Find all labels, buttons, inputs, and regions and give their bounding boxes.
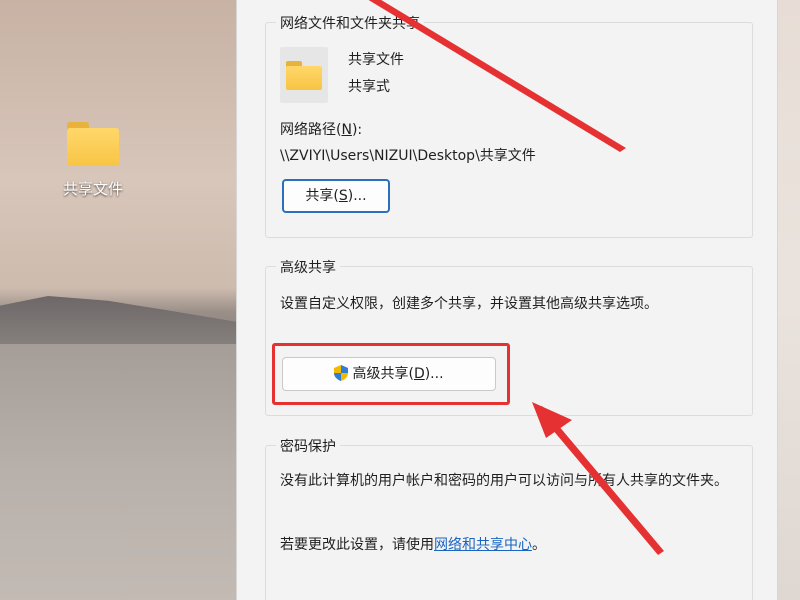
folder-icon <box>65 122 121 166</box>
network-sharing-legend: 网络文件和文件夹共享 <box>276 13 424 33</box>
shared-folder-name: 共享文件 <box>348 52 404 68</box>
network-sharing-center-link[interactable]: 网络和共享中心 <box>434 537 532 553</box>
advanced-sharing-group: 高级共享 设置自定义权限，创建多个共享，并设置其他高级共享选项。 高级共享(D)… <box>265 257 753 416</box>
password-change-hint: 若要更改此设置，请使用网络和共享中心。 <box>280 537 546 553</box>
advanced-sharing-description: 设置自定义权限，创建多个共享，并设置其他高级共享选项。 <box>280 296 658 312</box>
folder-icon <box>280 47 328 103</box>
wallpaper-water <box>0 344 240 600</box>
wallpaper-hills <box>0 296 240 344</box>
network-sharing-group: 网络文件和文件夹共享 共享文件 共享式 网络路径(N): \\ZVIYI\Use… <box>265 13 753 238</box>
shared-folder-status: 共享式 <box>348 79 390 95</box>
advanced-sharing-button[interactable]: 高级共享(D)... <box>282 357 496 391</box>
wallpaper-edge <box>778 0 800 600</box>
network-path-value: \\ZVIYI\Users\NIZUI\Desktop\共享文件 <box>280 148 536 164</box>
password-protection-group: 密码保护 没有此计算机的用户帐户和密码的用户可以访问与所有人共享的文件夹。 若要… <box>265 436 753 600</box>
desktop-folder-shortcut[interactable]: 共享文件 <box>56 116 130 208</box>
password-protection-description: 没有此计算机的用户帐户和密码的用户可以访问与所有人共享的文件夹。 <box>280 473 728 489</box>
properties-dialog: 网络文件和文件夹共享 共享文件 共享式 网络路径(N): \\ZVIYI\Use… <box>236 0 778 600</box>
share-button[interactable]: 共享(S)... <box>282 179 390 213</box>
password-protection-legend: 密码保护 <box>276 436 340 456</box>
advanced-sharing-legend: 高级共享 <box>276 257 340 277</box>
network-path-label: 网络路径(N): <box>280 122 363 138</box>
desktop-folder-label: 共享文件 <box>62 180 123 198</box>
shield-icon <box>334 365 349 381</box>
